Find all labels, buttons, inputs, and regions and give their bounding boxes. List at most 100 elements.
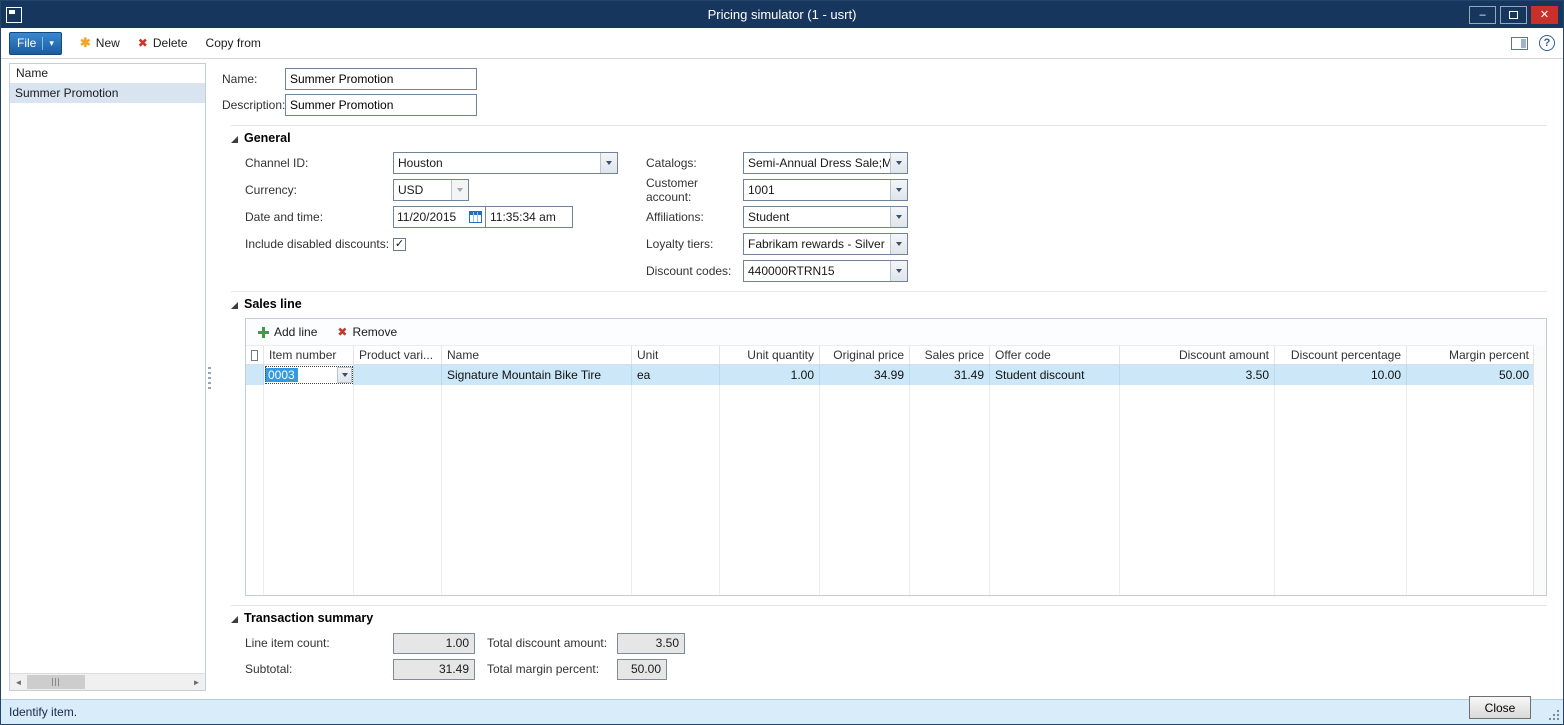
item-number-value: 0003 xyxy=(265,368,298,382)
scroll-right-icon[interactable]: ► xyxy=(188,674,205,690)
column-header-original-price[interactable]: Original price xyxy=(820,346,910,364)
unit-cell[interactable]: ea xyxy=(632,365,720,385)
chevron-down-icon[interactable] xyxy=(890,234,907,254)
transaction-summary-title: Transaction summary xyxy=(244,611,373,625)
affiliations-combobox[interactable]: Student xyxy=(743,206,908,228)
new-button[interactable]: ✱ New xyxy=(80,35,120,51)
column-header-item-number[interactable]: Item number xyxy=(264,346,354,364)
description-input[interactable] xyxy=(285,94,477,116)
splitter-grip-icon xyxy=(208,367,211,391)
select-all-checkbox[interactable] xyxy=(251,350,258,361)
file-menu-button[interactable]: File ▾ xyxy=(9,32,62,55)
column-header-offer-code[interactable]: Offer code xyxy=(990,346,1120,364)
column-header-name[interactable]: Name xyxy=(442,346,632,364)
include-disabled-discounts-checkbox[interactable] xyxy=(393,238,406,251)
chevron-down-icon[interactable] xyxy=(890,207,907,227)
product-variant-cell[interactable] xyxy=(354,365,442,385)
calendar-icon[interactable] xyxy=(469,211,482,223)
affiliations-value: Student xyxy=(744,207,890,227)
chevron-down-icon[interactable] xyxy=(451,180,468,200)
item-number-cell[interactable]: 0003 xyxy=(264,365,354,385)
name-cell[interactable]: Signature Mountain Bike Tire xyxy=(442,365,632,385)
date-input[interactable]: 11/20/2015 xyxy=(393,206,486,228)
maximize-button[interactable] xyxy=(1500,6,1527,24)
currency-combobox[interactable]: USD xyxy=(393,179,469,201)
channel-id-label: Channel ID: xyxy=(245,156,393,170)
time-input[interactable]: 11:35:34 am xyxy=(485,206,573,228)
currency-label: Currency: xyxy=(245,183,393,197)
resize-grip-icon[interactable] xyxy=(1557,718,1559,720)
column-header-discount-percentage[interactable]: Discount percentage xyxy=(1275,346,1407,364)
scroll-left-icon[interactable]: ◄ xyxy=(10,674,27,690)
catalogs-combobox[interactable]: Semi-Annual Dress Sale;M xyxy=(743,152,908,174)
item-number-combobox[interactable]: 0003 xyxy=(265,367,352,383)
channel-id-combobox[interactable]: Houston xyxy=(393,152,618,174)
subtotal-label: Subtotal: xyxy=(245,662,393,676)
grid-vertical-scrollbar[interactable] xyxy=(1533,345,1546,595)
window-close-button[interactable]: ✕ xyxy=(1531,6,1558,24)
offer-code-cell[interactable]: Student discount xyxy=(990,365,1120,385)
customer-account-value: 1001 xyxy=(744,180,890,200)
catalogs-value: Semi-Annual Dress Sale;M xyxy=(744,153,890,173)
name-input[interactable] xyxy=(285,68,477,90)
original-price-cell[interactable]: 34.99 xyxy=(820,365,910,385)
column-header-unit[interactable]: Unit xyxy=(632,346,720,364)
sidebar-horizontal-scrollbar[interactable]: ◄ ► xyxy=(10,673,205,690)
chevron-down-icon[interactable] xyxy=(890,261,907,281)
add-line-button[interactable]: Add line xyxy=(258,325,317,339)
include-disabled-discounts-label: Include disabled discounts: xyxy=(245,237,393,251)
sales-price-cell[interactable]: 31.49 xyxy=(910,365,990,385)
column-header-sales-price[interactable]: Sales price xyxy=(910,346,990,364)
discount-codes-combobox[interactable]: 440000RTRN15 xyxy=(743,260,908,282)
chevron-down-icon[interactable] xyxy=(337,367,352,383)
collapse-icon xyxy=(231,136,238,143)
help-icon[interactable]: ? xyxy=(1539,35,1555,51)
discount-codes-value: 440000RTRN15 xyxy=(744,261,890,281)
layout-panels-icon[interactable] xyxy=(1511,37,1528,50)
chevron-down-icon[interactable] xyxy=(890,180,907,200)
sales-line-section: Sales line Add line ✖ Remove xyxy=(231,291,1547,596)
general-section-header[interactable]: General xyxy=(231,131,1547,145)
column-header-product-variant[interactable]: Product vari... xyxy=(354,346,442,364)
sidebar-header[interactable]: Name xyxy=(10,64,205,84)
transaction-summary-section-header[interactable]: Transaction summary xyxy=(231,611,1547,625)
column-header-unit-quantity[interactable]: Unit quantity xyxy=(720,346,820,364)
sales-line-section-header[interactable]: Sales line xyxy=(231,297,1547,311)
sidebar-item-summer-promotion[interactable]: Summer Promotion xyxy=(10,84,205,103)
panel-splitter[interactable] xyxy=(206,59,213,699)
remove-button[interactable]: ✖ Remove xyxy=(337,325,397,339)
loyalty-tiers-value: Fabrikam rewards - Silver xyxy=(744,234,890,254)
total-discount-label: Total discount amount: xyxy=(487,636,617,650)
collapse-icon xyxy=(231,302,238,309)
maximize-icon xyxy=(1509,11,1518,19)
scrollbar-track[interactable] xyxy=(85,674,188,690)
customer-account-label: Customer account: xyxy=(646,176,743,204)
margin-percent-cell[interactable]: 50.00 xyxy=(1407,365,1535,385)
grid-toolbar: Add line ✖ Remove xyxy=(246,319,1546,345)
customer-account-combobox[interactable]: 1001 xyxy=(743,179,908,201)
loyalty-tiers-combobox[interactable]: Fabrikam rewards - Silver xyxy=(743,233,908,255)
scrollbar-thumb[interactable] xyxy=(27,675,85,689)
currency-value: USD xyxy=(394,180,451,200)
minimize-icon: – xyxy=(1479,9,1485,21)
transaction-summary-section: Transaction summary Line item count: 1.0… xyxy=(231,605,1547,680)
discount-percentage-cell[interactable]: 10.00 xyxy=(1275,365,1407,385)
copy-from-button[interactable]: Copy from xyxy=(206,36,261,50)
minimize-button[interactable]: – xyxy=(1469,6,1496,24)
row-select-cell[interactable] xyxy=(246,365,264,385)
unit-quantity-cell[interactable]: 1.00 xyxy=(720,365,820,385)
affiliations-label: Affiliations: xyxy=(646,210,743,224)
window-title: Pricing simulator (1 - usrt) xyxy=(121,1,1443,28)
table-row[interactable]: 0003 Signature Mountain Bike Tire ea 1.0… xyxy=(246,365,1546,385)
chevron-down-icon[interactable] xyxy=(600,153,617,173)
main-content: Name: Description: General Channel ID: xyxy=(213,59,1563,699)
chevron-down-icon[interactable] xyxy=(890,153,907,173)
column-header-margin-percent[interactable]: Margin percent xyxy=(1407,346,1535,364)
close-form-button[interactable]: Close xyxy=(1469,696,1531,719)
column-header-discount-amount[interactable]: Discount amount xyxy=(1120,346,1275,364)
chevron-down-icon: ▾ xyxy=(49,38,54,49)
discount-amount-cell[interactable]: 3.50 xyxy=(1120,365,1275,385)
loyalty-tiers-label: Loyalty tiers: xyxy=(646,237,743,251)
new-icon: ✱ xyxy=(80,35,91,51)
delete-button[interactable]: ✖ Delete xyxy=(138,36,188,50)
